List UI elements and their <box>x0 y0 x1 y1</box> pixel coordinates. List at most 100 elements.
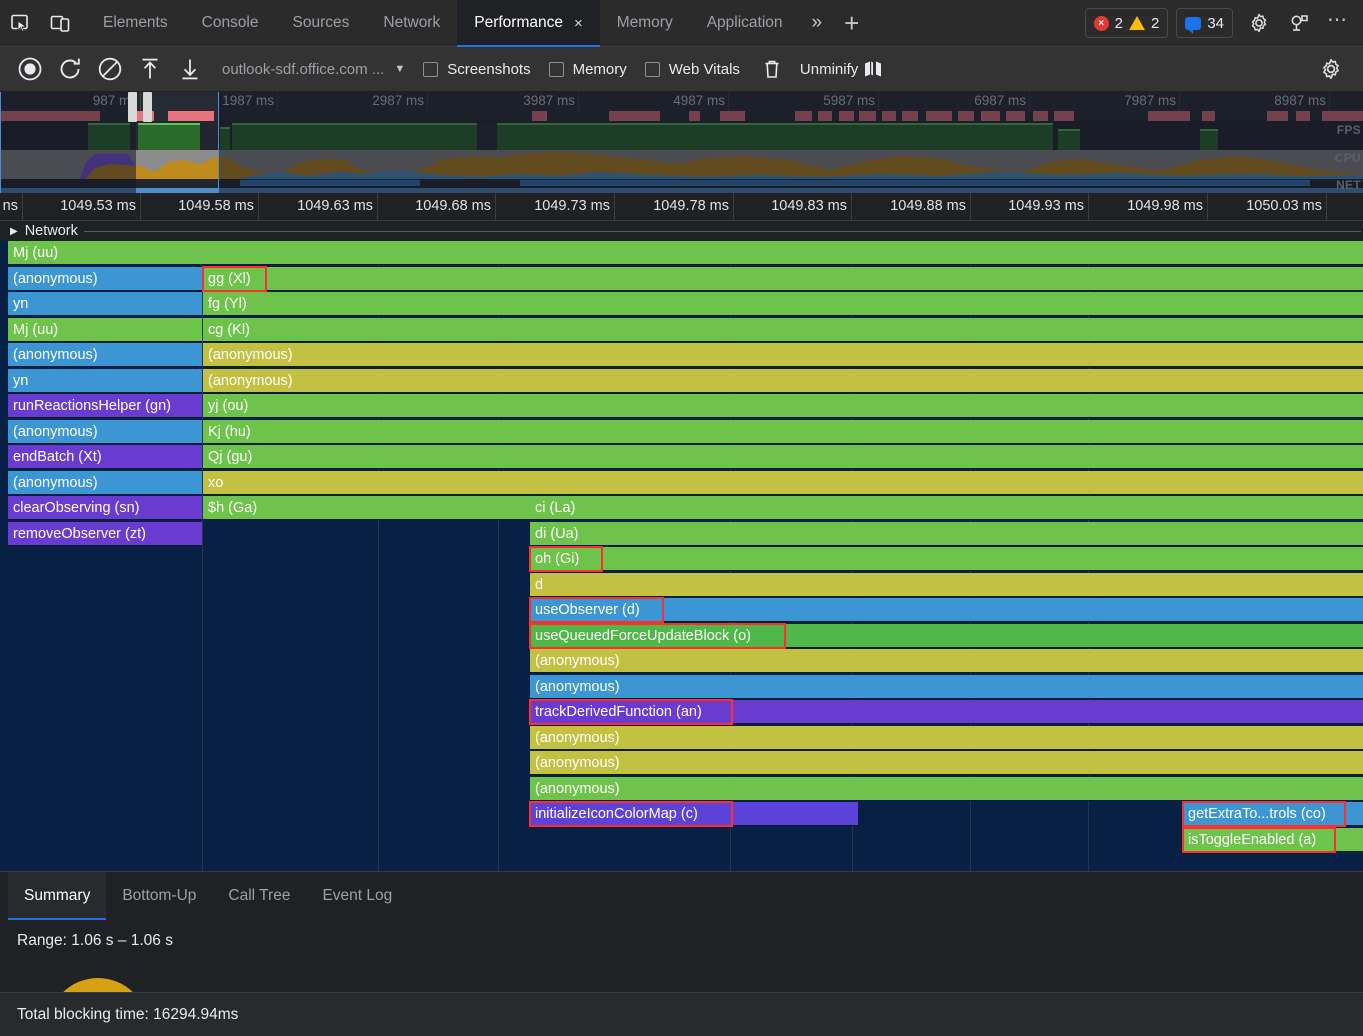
detail-tick-label: 1049.63 ms <box>297 198 373 214</box>
flame-bar[interactable]: (anonymous) <box>203 369 1363 393</box>
group-divider <box>84 231 1361 232</box>
flame-bar[interactable]: (anonymous) <box>530 675 1363 699</box>
flame-bar[interactable]: ci (La) <box>530 496 1363 520</box>
tab-performance[interactable]: Performance × <box>457 0 600 47</box>
flame-bar[interactable]: runReactionsHelper (gn) <box>8 394 202 418</box>
inspect-element-icon[interactable] <box>0 3 40 43</box>
overview-right-edge[interactable] <box>218 92 219 193</box>
flame-bar[interactable]: Mj (uu) <box>8 241 1363 265</box>
memory-checkbox[interactable]: Memory <box>549 61 627 78</box>
screenshots-checkbox[interactable]: Screenshots <box>423 61 530 78</box>
detail-tick: 1050.03 ms <box>1326 193 1327 221</box>
tab-call-tree[interactable]: Call Tree <box>212 872 306 920</box>
unminify-button[interactable]: Unminify <box>800 61 858 78</box>
checkbox-box <box>645 62 660 77</box>
tab-bottom-up[interactable]: Bottom-Up <box>106 872 212 920</box>
flame-bar[interactable]: (anonymous) <box>8 267 202 291</box>
detail-tick-label: 1049.93 ms <box>1008 198 1084 214</box>
web-vitals-checkbox[interactable]: Web Vitals <box>645 61 740 78</box>
message-counter[interactable]: 34 <box>1176 8 1233 38</box>
tab-label: Call Tree <box>228 887 290 905</box>
tab-summary[interactable]: Summary <box>8 872 106 920</box>
tab-elements[interactable]: Elements <box>86 0 185 47</box>
flame-bar[interactable]: useObserver (d) <box>530 598 1363 622</box>
flame-bar[interactable]: xo <box>203 471 1363 495</box>
warning-count: 2 <box>1151 15 1159 32</box>
flame-bar[interactable]: initializeIconColorMap (c) <box>530 802 858 826</box>
detail-tick: 1049.68 ms <box>495 193 496 221</box>
flame-bar[interactable]: (anonymous) <box>530 751 1363 775</box>
error-count: 2 <box>1115 15 1123 32</box>
tab-application[interactable]: Application <box>690 0 800 47</box>
error-warning-counter[interactable]: × 2 2 <box>1085 8 1169 38</box>
tab-label: Performance <box>474 14 563 32</box>
flame-chart[interactable]: ▶ Network Mj (uu)(anonymous)gg (Xl)ynfg … <box>0 221 1363 871</box>
flame-bar[interactable]: Kj (hu) <box>203 420 1363 444</box>
clear-recording-button[interactable] <box>90 49 130 89</box>
recording-selector[interactable]: outlook-sdf.office.com ... <box>222 61 384 78</box>
flame-bar[interactable]: cg (Kl) <box>203 318 1363 342</box>
tab-event-log[interactable]: Event Log <box>306 872 408 920</box>
checkbox-label: Web Vitals <box>669 61 740 78</box>
tab-console[interactable]: Console <box>185 0 276 47</box>
detail-tick-label: 1049.88 ms <box>890 198 966 214</box>
overview-handle-left[interactable] <box>128 92 137 122</box>
detail-tick-label: 1050.03 ms <box>1246 198 1322 214</box>
tab-memory[interactable]: Memory <box>600 0 690 47</box>
flame-bar[interactable]: yj (ou) <box>203 394 1363 418</box>
flame-bar[interactable]: yn <box>8 292 202 316</box>
tab-sources[interactable]: Sources <box>276 0 367 47</box>
tab-label: Console <box>202 14 259 32</box>
flame-bar[interactable]: (anonymous) <box>8 343 202 367</box>
flame-bar[interactable]: Mj (uu) <box>8 318 202 342</box>
network-group-header[interactable]: ▶ Network <box>0 221 1363 241</box>
flame-bar[interactable]: clearObserving (sn) <box>8 496 202 520</box>
flame-bar[interactable]: gg (Xl) <box>203 267 1363 291</box>
more-options-icon[interactable]: ⋯ <box>1319 7 1363 40</box>
sourcemap-icon[interactable] <box>858 49 888 89</box>
tab-network[interactable]: Network <box>366 0 457 47</box>
gear-icon[interactable] <box>1239 3 1279 43</box>
flame-bar[interactable]: (anonymous) <box>8 471 202 495</box>
overview-dim-right <box>219 92 1363 193</box>
detail-tick-label: 1049.58 ms <box>178 198 254 214</box>
detail-tick: 1049.58 ms <box>258 193 259 221</box>
chevron-right-icon[interactable]: ▶ <box>10 226 18 237</box>
device-toolbar-icon[interactable] <box>40 3 80 43</box>
flame-bar[interactable]: d <box>530 573 1363 597</box>
flame-bar[interactable]: removeObserver (zt) <box>8 522 202 546</box>
flame-bar[interactable]: getExtraTo...trols (co) <box>1183 802 1363 826</box>
trash-icon[interactable] <box>752 49 792 89</box>
tab-label: Memory <box>617 14 673 32</box>
flame-bar[interactable]: di (Ua) <box>530 522 1363 546</box>
capture-settings-gear-icon[interactable] <box>1311 49 1351 89</box>
flame-bar[interactable]: yn <box>8 369 202 393</box>
timeline-overview[interactable]: 987 ms1987 ms2987 ms3987 ms4987 ms5987 m… <box>0 92 1363 193</box>
flame-bar[interactable]: (anonymous) <box>203 343 1363 367</box>
flame-bar[interactable]: (anonymous) <box>530 726 1363 750</box>
flame-bar[interactable]: trackDerivedFunction (an) <box>530 700 1363 724</box>
more-tabs-icon[interactable]: » <box>800 12 835 34</box>
flame-bar[interactable]: useQueuedForceUpdateBlock (o) <box>530 624 1363 648</box>
overview-handle-right[interactable] <box>143 92 152 122</box>
detail-tick: 1049.63 ms <box>377 193 378 221</box>
close-icon[interactable]: × <box>574 16 583 31</box>
detail-tick-label: 1049.98 ms <box>1127 198 1203 214</box>
devtools-customize-icon[interactable] <box>1279 3 1319 43</box>
chevron-down-icon[interactable]: ▼ <box>394 63 405 75</box>
save-profile-button[interactable] <box>170 49 210 89</box>
flame-bar[interactable]: oh (Gi) <box>530 547 1363 571</box>
record-button[interactable] <box>10 49 50 89</box>
add-panel-icon[interactable]: + <box>834 8 869 39</box>
reload-and-record-button[interactable] <box>50 49 90 89</box>
flame-bar[interactable]: fg (Yl) <box>203 292 1363 316</box>
flame-bar[interactable]: (anonymous) <box>530 777 1363 801</box>
load-profile-button[interactable] <box>130 49 170 89</box>
detail-tick-label: 1049.68 ms <box>415 198 491 214</box>
flame-bar[interactable]: Qj (gu) <box>203 445 1363 469</box>
flame-bar[interactable]: (anonymous) <box>530 649 1363 673</box>
total-blocking-time-bar: Total blocking time: 16294.94ms <box>0 992 1363 1036</box>
flame-bar[interactable]: isToggleEnabled (a) <box>1183 828 1363 852</box>
flame-bar[interactable]: endBatch (Xt) <box>8 445 202 469</box>
flame-bar[interactable]: (anonymous) <box>8 420 202 444</box>
